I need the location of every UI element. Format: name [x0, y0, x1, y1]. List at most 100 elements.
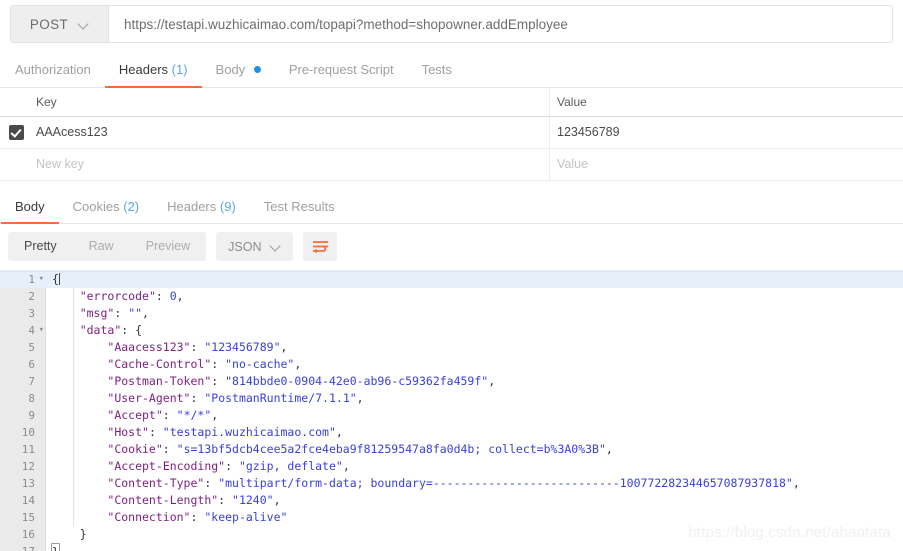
code-line-text: "msg": "",	[45, 305, 149, 322]
http-method-dropdown[interactable]: POST	[11, 6, 109, 42]
response-tab-headers-count: (9)	[220, 199, 236, 214]
code-line: 7 "Postman-Token": "814bbde0-0904-42e0-a…	[0, 373, 903, 390]
tab-body[interactable]: Body	[202, 62, 275, 88]
format-dropdown[interactable]: JSON	[216, 232, 293, 261]
new-header-checkbox-cell	[0, 148, 32, 180]
request-tab-bar: Authorization Headers (1) Body Pre-reque…	[0, 54, 903, 88]
view-mode-pretty[interactable]: Pretty	[8, 232, 73, 261]
response-tab-headers-label: Headers	[167, 199, 216, 214]
line-number: 14	[0, 492, 45, 509]
chevron-down-icon	[78, 19, 89, 30]
view-mode-raw[interactable]: Raw	[73, 232, 130, 261]
request-url-bar: POST https://testapi.wuzhicaimao.com/top…	[10, 5, 893, 43]
code-line: 6 "Cache-Control": "no-cache",	[0, 356, 903, 373]
new-header-value-placeholder: Value	[557, 157, 588, 171]
line-number: 2	[0, 288, 45, 305]
request-url-input[interactable]: https://testapi.wuzhicaimao.com/topapi?m…	[109, 6, 892, 42]
headers-table-check-header	[0, 88, 32, 116]
code-line: 3 "msg": "",	[0, 305, 903, 322]
tab-authorization[interactable]: Authorization	[1, 62, 105, 88]
header-row-checkbox[interactable]	[9, 125, 24, 140]
line-number: 4▾	[0, 322, 45, 339]
code-content: 1▾{2 "errorcode": 0,3 "msg": "",4▾ "data…	[0, 271, 903, 551]
code-line-text: "Accept": "*/*",	[45, 407, 218, 424]
table-row: New key Value	[0, 148, 903, 180]
request-url-text: https://testapi.wuzhicaimao.com/topapi?m…	[124, 17, 568, 32]
code-line-text: "Aaacess123": "123456789",	[45, 339, 287, 356]
code-line-text: "Content-Type": "multipart/form-data; bo…	[45, 475, 800, 492]
code-line-text: "Cookie": "s=13bf5dcb4cee5a2fce4eba9f812…	[45, 441, 613, 458]
response-tab-test-results[interactable]: Test Results	[250, 199, 349, 224]
tab-headers-label: Headers	[119, 62, 168, 77]
line-number: 16	[0, 526, 45, 543]
response-tab-cookies-label: Cookies	[73, 199, 120, 214]
tab-headers-count: (1)	[172, 62, 188, 77]
code-line-text: "Accept-Encoding": "gzip, deflate",	[45, 458, 350, 475]
line-number: 15	[0, 509, 45, 526]
new-header-key-input[interactable]: New key	[32, 148, 550, 180]
line-number: 13	[0, 475, 45, 492]
header-row-checkbox-cell	[0, 116, 32, 148]
word-wrap-icon	[312, 240, 329, 254]
line-number: 7	[0, 373, 45, 390]
headers-table-key-header: Key	[32, 88, 550, 116]
code-line-text: "data": {	[45, 322, 142, 339]
view-mode-group: Pretty Raw Preview	[8, 232, 206, 261]
line-number: 11	[0, 441, 45, 458]
fold-toggle-icon[interactable]: ▾	[39, 271, 44, 288]
chevron-down-icon	[270, 241, 281, 252]
new-header-value-input[interactable]: Value	[550, 148, 903, 180]
tab-pre-request-script[interactable]: Pre-request Script	[275, 62, 408, 88]
code-line-text: "Cache-Control": "no-cache",	[45, 356, 301, 373]
code-line-text: "errorcode": 0,	[45, 288, 184, 305]
tab-tests-label: Tests	[422, 62, 452, 77]
code-line: 1▾{	[0, 271, 903, 288]
line-number: 6	[0, 356, 45, 373]
code-line: 8 "User-Agent": "PostmanRuntime/7.1.1",	[0, 390, 903, 407]
watermark: https://blog.csdn.net/ahaotata	[688, 524, 891, 541]
code-line: 5 "Aaacess123": "123456789",	[0, 339, 903, 356]
response-tab-body-label: Body	[15, 199, 45, 214]
line-number: 1▾	[0, 271, 45, 288]
line-number: 12	[0, 458, 45, 475]
table-row: AAAcess123 123456789	[0, 116, 903, 148]
code-line: 9 "Accept": "*/*",	[0, 407, 903, 424]
line-number: 10	[0, 424, 45, 441]
code-line-text: "Postman-Token": "814bbde0-0904-42e0-ab9…	[45, 373, 495, 390]
code-line: 13 "Content-Type": "multipart/form-data;…	[0, 475, 903, 492]
code-line-text: "Host": "testapi.wuzhicaimao.com",	[45, 424, 343, 441]
header-row-value-text: 123456789	[557, 125, 620, 139]
line-number: 3	[0, 305, 45, 322]
header-row-value-cell[interactable]: 123456789	[550, 116, 903, 148]
word-wrap-button[interactable]	[303, 232, 337, 261]
code-line: 14 "Content-Length": "1240",	[0, 492, 903, 509]
code-line: 10 "Host": "testapi.wuzhicaimao.com",	[0, 424, 903, 441]
headers-table: Key Value AAAcess123 123456789 New key V…	[0, 88, 903, 181]
code-line-text: "Content-Length": "1240",	[45, 492, 281, 509]
code-line: 15 "Connection": "keep-alive"	[0, 509, 903, 526]
headers-table-header-row: Key Value	[0, 88, 903, 116]
line-number: 8	[0, 390, 45, 407]
response-tab-cookies-count: (2)	[123, 199, 139, 214]
code-line-text: }	[45, 526, 87, 543]
header-row-key-text: AAAcess123	[36, 125, 108, 139]
fold-toggle-icon[interactable]: ▾	[39, 322, 44, 339]
code-line-text: {	[45, 271, 60, 288]
body-modified-dot-icon	[254, 66, 261, 73]
code-line: 11 "Cookie": "s=13bf5dcb4cee5a2fce4eba9f…	[0, 441, 903, 458]
response-body-toolbar: Pretty Raw Preview JSON	[0, 224, 903, 271]
code-line: 2 "errorcode": 0,	[0, 288, 903, 305]
tab-authorization-label: Authorization	[15, 62, 91, 77]
view-mode-preview[interactable]: Preview	[130, 232, 206, 261]
header-row-key-cell[interactable]: AAAcess123	[32, 116, 550, 148]
response-tab-cookies[interactable]: Cookies (2)	[59, 199, 153, 224]
response-tab-headers[interactable]: Headers (9)	[153, 199, 250, 224]
tab-tests[interactable]: Tests	[408, 62, 466, 88]
response-tab-test-results-label: Test Results	[264, 199, 335, 214]
response-body-editor[interactable]: 1▾{2 "errorcode": 0,3 "msg": "",4▾ "data…	[0, 271, 903, 551]
code-line: 4▾ "data": {	[0, 322, 903, 339]
response-tab-body[interactable]: Body	[1, 199, 59, 224]
tab-headers[interactable]: Headers (1)	[105, 62, 202, 88]
code-line-text: "User-Agent": "PostmanRuntime/7.1.1",	[45, 390, 364, 407]
response-tab-bar: Body Cookies (2) Headers (9) Test Result…	[0, 191, 903, 224]
